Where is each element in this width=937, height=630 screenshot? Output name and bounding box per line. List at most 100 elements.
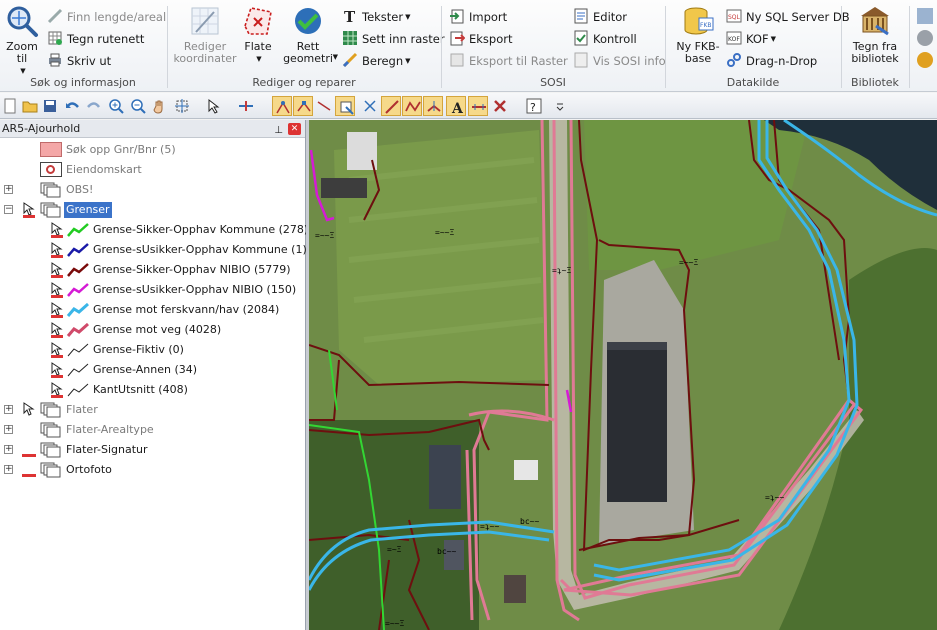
compute-icon: [342, 52, 358, 68]
tree-label: Grenser: [64, 202, 112, 218]
svg-text:KOF: KOF: [728, 36, 740, 43]
open-button[interactable]: [20, 96, 40, 116]
tree-item-ortofoto[interactable]: + Ortofoto: [0, 460, 300, 480]
tree-item-arealtype[interactable]: + Flater-Arealtype: [0, 420, 300, 440]
text-tool-button[interactable]: A: [446, 96, 466, 116]
control-button[interactable]: Kontroll: [573, 29, 637, 49]
tree-item-grense-usikker-nibio[interactable]: Grense-sUsikker-Opphav NIBIO (150): [0, 280, 300, 300]
tree-item-grense-nibio[interactable]: Grense-Sikker-Opphav NIBIO (5779): [0, 260, 300, 280]
zoom-in-button[interactable]: [106, 96, 126, 116]
snap-vertex-button[interactable]: [293, 96, 313, 116]
select-button[interactable]: [204, 96, 224, 116]
delete-button[interactable]: [490, 96, 510, 116]
extra-button-3[interactable]: [917, 51, 937, 71]
compute-button[interactable]: Beregn ▼: [342, 51, 411, 71]
measure-tool-button[interactable]: [468, 96, 488, 116]
insert-raster-button[interactable]: Sett inn raster: [342, 29, 445, 49]
print-button[interactable]: Skriv ut: [47, 51, 111, 71]
tree-item-grense-ferskvann[interactable]: Grense mot ferskvann/hav (2084): [0, 300, 300, 320]
zoom-icon: [7, 6, 38, 37]
new-fkb-button[interactable]: FKB Ny FKB-base: [670, 4, 726, 65]
vertex-icon: [297, 101, 311, 112]
ribbon-separator: [909, 6, 910, 88]
map-view[interactable]: =~~Ξ =~~Ξ =~~Ξ =ʇ~Ξ bc~~ bc~~ =ʇ~~ =ʇ~~ …: [309, 120, 937, 630]
zoom-out-icon: [131, 99, 146, 114]
tree-item-obs[interactable]: + OBS!: [0, 180, 300, 200]
editor-button[interactable]: Editor: [573, 7, 627, 27]
tree-item-grenser[interactable]: − Grenser: [0, 200, 300, 220]
group-bibliotek-label: Bibliotek: [851, 76, 899, 89]
draw-line-button[interactable]: [236, 96, 256, 116]
import-button[interactable]: Import: [449, 7, 507, 27]
arc-button[interactable]: [423, 96, 443, 116]
expand-icon[interactable]: +: [4, 445, 13, 454]
tree-item-flater[interactable]: + Flater: [0, 400, 300, 420]
expand-icon[interactable]: +: [4, 405, 13, 414]
edit-coordinates-button[interactable]: Rediger koordinater: [172, 4, 238, 65]
pin-icon[interactable]: ⊥: [274, 122, 283, 140]
printer-icon: [49, 53, 61, 67]
area-button[interactable]: Flate ▼: [240, 4, 276, 66]
expand-icon[interactable]: +: [4, 185, 13, 194]
tree-item-sok[interactable]: Søk opp Gnr/Bnr (5): [0, 140, 300, 160]
text-tool-icon: A: [451, 101, 464, 115]
snap-button[interactable]: [272, 96, 292, 116]
cross-tool-button[interactable]: [360, 96, 380, 116]
snap-area-button[interactable]: [335, 96, 355, 116]
collapse-icon[interactable]: −: [4, 205, 13, 214]
cross-icon: [364, 100, 376, 112]
new-sql-button[interactable]: SQL Ny SQL Server DB: [726, 7, 850, 27]
ribbon: Zoom til ▼ Finn lengde/areal Tegn rutene…: [0, 0, 937, 92]
snap-edge-button[interactable]: [314, 96, 334, 116]
redo-icon: [87, 102, 101, 108]
expand-icon[interactable]: +: [4, 465, 13, 474]
extra-button-2[interactable]: [917, 29, 937, 49]
tree-item-eiendom[interactable]: Eiendomskart: [0, 160, 300, 180]
full-extent-button[interactable]: [172, 96, 192, 116]
layers-icon: [40, 402, 61, 418]
tree-item-grense-veg[interactable]: Grense mot veg (4028): [0, 320, 300, 340]
draw-grid-button[interactable]: Tegn rutenett: [47, 29, 144, 49]
tree-item-grense-fiktiv[interactable]: Grense-Fiktiv (0): [0, 340, 300, 360]
tree-item-grense-usikker-kommune[interactable]: Grense-sUsikker-Opphav Kommune (1): [0, 240, 307, 260]
fix-geometry-button[interactable]: Rett geometri ▼: [280, 4, 338, 65]
line-draw-button[interactable]: [381, 96, 401, 116]
tree-item-grense-annen[interactable]: Grense-Annen (34): [0, 360, 300, 380]
toolbar-overflow-button[interactable]: [550, 96, 570, 116]
map-label: =ʇ~~: [480, 522, 499, 531]
export-button[interactable]: Eksport: [449, 29, 513, 49]
expand-icon[interactable]: +: [4, 425, 13, 434]
undo-icon: [65, 102, 79, 108]
draw-from-library-button[interactable]: Tegn fra bibliotek: [844, 4, 906, 65]
svg-text:FKB: FKB: [700, 22, 712, 29]
tree-item-kantutsnitt[interactable]: KantUtsnitt (408): [0, 380, 300, 400]
kof-button[interactable]: KOF KOF ▼: [726, 29, 776, 49]
texts-button[interactable]: T Tekster ▼: [342, 7, 411, 27]
kof-icon: KOF: [726, 31, 742, 45]
polyline-button[interactable]: [402, 96, 422, 116]
sosi-info-button[interactable]: Vis SOSI info: [573, 51, 666, 71]
redo-button[interactable]: [84, 96, 104, 116]
close-icon[interactable]: ✕: [288, 123, 301, 135]
ruler-icon: [47, 8, 63, 24]
new-button[interactable]: [0, 96, 20, 116]
pan-button[interactable]: [150, 96, 170, 116]
map-canvas[interactable]: =~~Ξ =~~Ξ =~~Ξ =ʇ~Ξ bc~~ bc~~ =ʇ~~ =ʇ~~ …: [309, 120, 937, 630]
house-3: [429, 445, 461, 509]
drag-drop-button[interactable]: Drag-n-Drop: [726, 51, 817, 71]
help-button[interactable]: ?: [524, 96, 544, 116]
measure-button[interactable]: Finn lengde/areal: [47, 7, 166, 27]
export-raster-button[interactable]: Eksport til Raster: [449, 51, 568, 71]
tree-item-grense-kommune[interactable]: Grense-Sikker-Opphav Kommune (278): [0, 220, 308, 240]
zoom-out-button[interactable]: [128, 96, 148, 116]
line-style-icon: [67, 283, 89, 297]
group-search: Zoom til ▼ Finn lengde/areal Tegn rutene…: [0, 0, 166, 92]
extra-button-1[interactable]: [917, 7, 937, 27]
tree-item-signatur[interactable]: + Flater-Signatur: [0, 440, 300, 460]
undo-button[interactable]: [62, 96, 82, 116]
house-4: [514, 460, 538, 480]
group-sosi: Import Eksport Eksport til Raster Editor…: [442, 0, 666, 92]
save-button[interactable]: [40, 96, 60, 116]
zoom-to-button[interactable]: Zoom til ▼: [3, 4, 41, 78]
print-label: Skriv ut: [67, 54, 112, 68]
